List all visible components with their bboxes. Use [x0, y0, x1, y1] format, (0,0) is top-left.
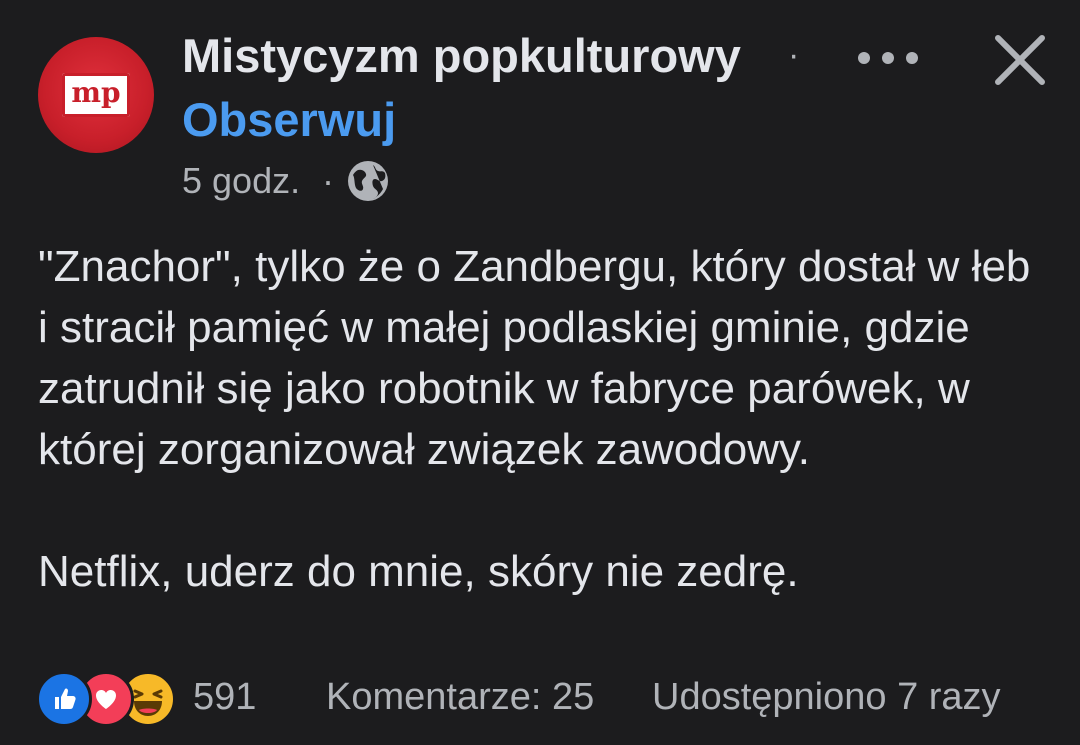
more-options-icon[interactable]	[858, 46, 918, 70]
page-avatar[interactable]: mp	[38, 37, 154, 153]
avatar-logo-text: mp	[71, 76, 121, 109]
more-dot	[882, 52, 894, 64]
avatar-logo-badge: mp	[62, 73, 130, 117]
like-icon	[36, 671, 92, 727]
post-body: "Znachor", tylko że o Zandbergu, który d…	[38, 236, 1048, 602]
name-separator: ·	[788, 36, 800, 74]
shares-count[interactable]: Udostępniono 7 razy	[652, 676, 1001, 719]
more-dot	[858, 52, 870, 64]
follow-button[interactable]: Obserwuj	[182, 92, 396, 147]
post-paragraph: Netflix, uderz do mnie, skóry nie zedrę.	[38, 547, 799, 596]
close-icon[interactable]	[990, 30, 1050, 90]
page-name[interactable]: Mistycyzm popkulturowy	[182, 28, 741, 83]
more-dot	[906, 52, 918, 64]
comments-count[interactable]: Komentarze: 25	[326, 676, 594, 719]
reactions-summary[interactable]	[36, 671, 186, 727]
meta-separator: ·	[322, 160, 334, 201]
post-paragraph: "Znachor", tylko że o Zandbergu, który d…	[38, 242, 1031, 474]
post-timestamp[interactable]: 5 godz.	[182, 160, 300, 202]
globe-icon	[348, 161, 388, 201]
reaction-count[interactable]: 591	[193, 676, 256, 719]
